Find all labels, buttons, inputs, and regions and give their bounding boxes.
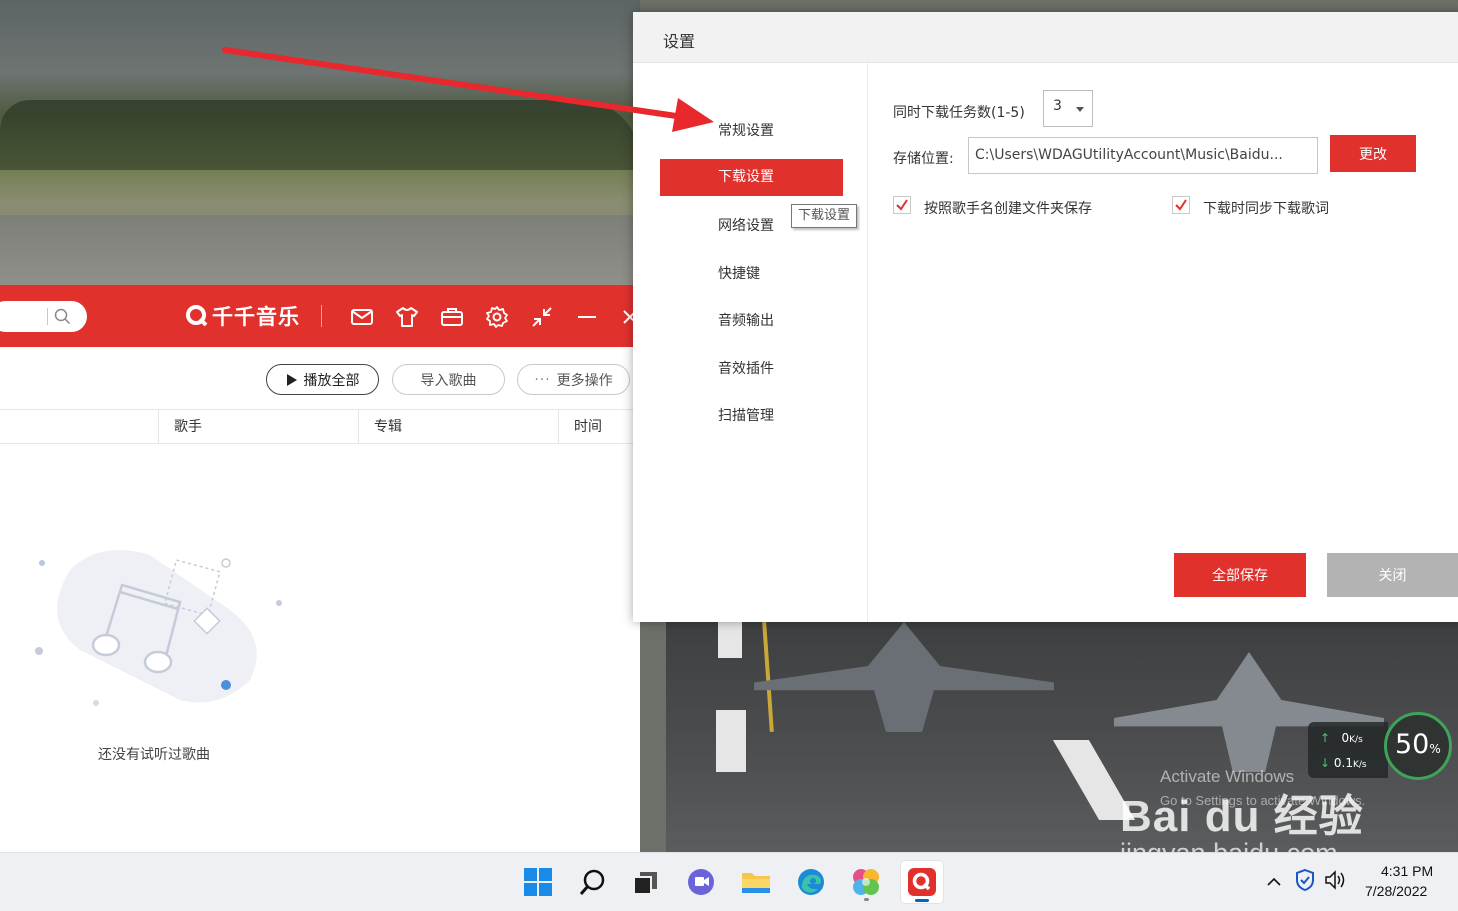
column-album[interactable]: 专辑 (358, 410, 558, 444)
storage-location-label: 存储位置: (893, 151, 954, 167)
player-header: 千千音乐 (0, 285, 640, 347)
concurrent-downloads-value: 3 (1053, 98, 1062, 114)
jet-image (754, 622, 1054, 732)
play-icon (286, 373, 297, 386)
folder-by-artist-checkbox[interactable] (893, 196, 911, 214)
start-button[interactable] (516, 860, 560, 904)
minimize-icon[interactable] (575, 305, 599, 329)
column-artist[interactable]: 歌手 (158, 410, 358, 444)
download-speed: ↓ 0.1K/s (1320, 756, 1367, 770)
search-box[interactable] (0, 301, 87, 332)
play-all-button[interactable]: 播放全部 (266, 364, 379, 395)
folder-by-artist-label: 按照歌手名创建文件夹保存 (924, 201, 1092, 217)
file-explorer-icon (742, 873, 770, 893)
settings-nav: 常规设置 下载设置 网络设置 快捷键 音频输出 音效插件 扫描管理 (633, 63, 868, 622)
search-separator (47, 308, 48, 325)
desktop-wallpaper-top (0, 0, 640, 290)
qianqian-music-icon (908, 868, 936, 896)
storage-path-field[interactable]: C:\Users\WDAGUtilityAccount\Music\Baidu.… (968, 137, 1318, 174)
column-time[interactable]: 时间 (558, 410, 640, 444)
photos-icon (853, 869, 879, 895)
nav-general-settings[interactable]: 常规设置 (660, 113, 843, 150)
dialog-title: 设置 (663, 32, 696, 51)
windows-taskbar: 4:31 PM 7/28/2022 (0, 852, 1458, 911)
download-lyrics-checkbox[interactable] (1172, 196, 1190, 214)
taskbar-search-button[interactable] (571, 860, 615, 904)
runway-centerline (762, 622, 774, 733)
player-toolbar: 播放全部 导入歌曲 ··· 更多操作 (0, 347, 640, 409)
empty-music-illustration (35, 550, 282, 706)
volume-icon[interactable] (1324, 869, 1348, 891)
chat-button[interactable] (679, 860, 723, 904)
mail-icon[interactable] (350, 305, 374, 329)
header-separator (321, 305, 322, 327)
photos-button[interactable] (844, 860, 888, 904)
empty-state-text: 还没有试听过歌曲 (98, 747, 210, 763)
clock-time[interactable]: 4:31 PM (1381, 863, 1433, 879)
runway-marking (718, 622, 742, 658)
task-view-icon (633, 872, 657, 895)
edge-browser-button[interactable] (789, 860, 833, 904)
dialog-titlebar: 设置 (633, 12, 1458, 63)
wallpaper-runway (0, 215, 640, 290)
import-songs-label: 导入歌曲 (420, 372, 477, 389)
more-actions-label: 更多操作 (556, 372, 613, 389)
play-all-label: 播放全部 (303, 372, 360, 389)
music-player-window: 千千音乐 播放全部 导入歌曲 ··· 更多操作 歌手 专辑 时间 还没有试听过歌… (0, 285, 640, 852)
checkmark-icon (896, 199, 908, 211)
baidu-jingyan-logo: Bai du 经验 (1120, 792, 1364, 841)
app-brand: 千千音乐 (185, 302, 300, 330)
settings-gear-icon[interactable] (485, 305, 509, 329)
nav-audio-output[interactable]: 音频输出 (660, 303, 843, 340)
nav-download-settings[interactable]: 下载设置 (660, 159, 843, 196)
checkmark-icon (1175, 199, 1187, 211)
task-view-button[interactable] (623, 860, 667, 904)
security-shield-icon[interactable] (1295, 869, 1315, 891)
toolbox-icon[interactable] (440, 305, 464, 329)
qianqian-logo-icon (186, 305, 208, 327)
nav-sound-effect-plugins[interactable]: 音效插件 (660, 351, 843, 388)
more-dots-icon: ··· (534, 371, 551, 388)
clock-date[interactable]: 7/28/2022 (1365, 883, 1427, 899)
speed-pane: ↑ 0K/s ↓ 0.1K/s (1308, 722, 1388, 778)
upload-speed: ↑ 0K/s (1320, 731, 1363, 745)
concurrent-downloads-select[interactable]: 3 (1043, 90, 1093, 127)
memory-usage-percent: 50% (1395, 729, 1441, 760)
active-window-indicator (915, 899, 929, 902)
nav-shortcuts[interactable]: 快捷键 (660, 256, 843, 293)
wallpaper-treeline (0, 100, 640, 170)
save-all-button[interactable]: 全部保存 (1174, 553, 1306, 597)
edge-icon (798, 869, 824, 895)
concurrent-downloads-label: 同时下载任务数(1-5) (893, 105, 1025, 121)
chevron-down-icon (1076, 107, 1084, 112)
mini-mode-icon[interactable] (530, 305, 554, 329)
change-path-button[interactable]: 更改 (1330, 135, 1416, 172)
download-lyrics-label: 下载时同步下载歌词 (1203, 201, 1329, 217)
search-icon (579, 869, 605, 895)
more-actions-button[interactable]: ··· 更多操作 (517, 364, 630, 395)
nav-tooltip: 下载设置 (791, 204, 858, 228)
file-explorer-button[interactable] (734, 860, 778, 904)
song-list-header: 歌手 专辑 时间 (0, 409, 640, 444)
skin-shirt-icon[interactable] (395, 305, 419, 329)
close-dialog-button[interactable]: 关闭 (1327, 553, 1458, 597)
chevron-up-icon[interactable] (1265, 873, 1283, 891)
search-icon[interactable] (54, 308, 71, 325)
network-speed-widget[interactable]: ↑ 0K/s ↓ 0.1K/s 50% (1308, 712, 1454, 782)
app-name: 千千音乐 (212, 305, 300, 329)
nav-scan-management[interactable]: 扫描管理 (660, 398, 843, 435)
qianqian-music-taskbar-button[interactable] (900, 860, 944, 904)
running-indicator (864, 898, 869, 901)
chat-icon (688, 869, 714, 895)
import-songs-button[interactable]: 导入歌曲 (392, 364, 505, 395)
runway-marking (716, 710, 746, 772)
start-icon (524, 868, 552, 896)
